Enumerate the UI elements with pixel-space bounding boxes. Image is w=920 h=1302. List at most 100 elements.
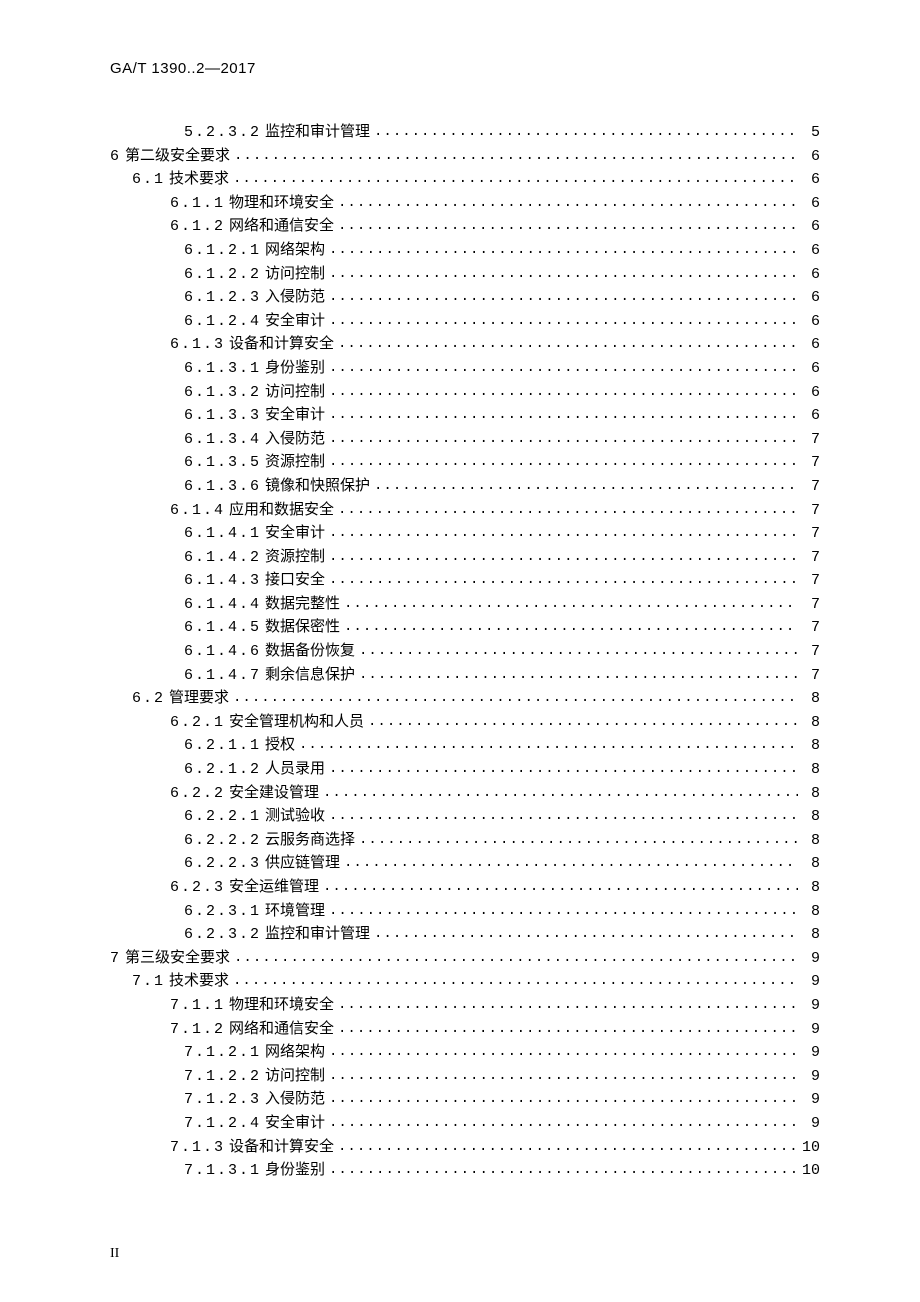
toc-entry-page: 10 [802, 1140, 820, 1155]
toc-leader-dots [344, 620, 798, 634]
toc-entry-number: 7.1.2.2 [184, 1069, 261, 1084]
toc-entry: 6.1.4.6数据备份恢复7 [110, 644, 820, 659]
toc-entry-number: 7.1.2.3 [184, 1092, 261, 1107]
toc-entry-number: 7.1 [132, 974, 165, 989]
toc-entry-page: 9 [802, 951, 820, 966]
toc-entry: 6.1.2 网络和通信安全 6 [110, 219, 820, 234]
toc-entry-page: 7 [802, 597, 820, 612]
toc-leader-dots [338, 1022, 798, 1036]
toc-entry-page: 7 [802, 526, 820, 541]
toc-entry-number: 6.1 [132, 172, 165, 187]
toc-entry: 7.1.3.1身份鉴别10 [110, 1163, 820, 1178]
toc-entry-page: 7 [802, 573, 820, 588]
toc-entry-title: 授权 [265, 738, 295, 753]
toc-entry-title: 技术要求 [169, 974, 229, 989]
toc-entry: 6.1.3.3安全审计6 [110, 408, 820, 423]
toc-entry: 6.2.3.1环境管理8 [110, 904, 820, 919]
toc-leader-dots [323, 880, 798, 894]
toc-entry-number: 6.1.3.3 [184, 408, 261, 423]
toc-entry-title: 安全建设管理 [229, 786, 319, 801]
toc-entry-number: 6.1.4 [170, 503, 225, 518]
toc-entry-number: 6.1.2.1 [184, 243, 261, 258]
toc-leader-dots [233, 691, 798, 705]
toc-entry: 7.1技术要求9 [110, 974, 820, 989]
toc-entry-number: 6.2.2 [170, 786, 225, 801]
document-id: GA/T 1390..2—2017 [110, 60, 820, 77]
toc-leader-dots [338, 219, 798, 233]
toc-entry-title: 安全审计 [265, 1116, 325, 1131]
toc-entry-title: 入侵防范 [265, 1092, 325, 1107]
toc-entry-page: 6 [802, 290, 820, 305]
toc-entry-page: 6 [802, 337, 820, 352]
toc-entry-page: 9 [802, 1022, 820, 1037]
toc-entry-number: 6.1.2 [170, 219, 225, 234]
toc-leader-dots [329, 1092, 798, 1106]
toc-entry: 6.2.3安全运维管理8 [110, 880, 820, 895]
toc-entry-number: 5.2.3.2 [184, 125, 261, 140]
toc-leader-dots [329, 762, 798, 776]
toc-entry-title: 数据备份恢复 [265, 644, 355, 659]
toc-entry-title: 监控和审计管理 [265, 125, 370, 140]
toc-entry-title: 剩余信息保护 [265, 668, 355, 683]
toc-leader-dots [368, 715, 798, 729]
toc-entry-number: 6.2.3.1 [184, 904, 261, 919]
toc-leader-dots [329, 1163, 798, 1177]
toc-entry-page: 6 [802, 196, 820, 211]
toc-entry-number: 6.1.3.1 [184, 361, 261, 376]
toc-entry-number: 6.1.3.6 [184, 479, 261, 494]
toc-entry-title: 设备和计算安全 [229, 1140, 334, 1155]
toc-entry-page: 8 [802, 786, 820, 801]
toc-entry-page: 8 [802, 691, 820, 706]
toc-entry-page: 9 [802, 998, 820, 1013]
toc-leader-dots [338, 503, 798, 517]
toc-leader-dots [329, 1069, 798, 1083]
toc-entry-number: 7.1.3 [170, 1140, 225, 1155]
toc-entry-title: 资源控制 [265, 550, 325, 565]
toc-leader-dots [329, 432, 798, 446]
toc-entry-title: 资源控制 [265, 455, 325, 470]
toc-entry-title: 技术要求 [169, 172, 229, 187]
toc-entry-number: 7.1.2.1 [184, 1045, 261, 1060]
toc-entry-title: 物理和环境安全 [229, 998, 334, 1013]
toc-entry-title: 第二级安全要求 [125, 149, 230, 164]
toc-entry-number: 6 [110, 149, 121, 164]
toc-leader-dots [338, 337, 798, 351]
toc-entry: 6.2.2.1测试验收8 [110, 809, 820, 824]
toc-entry-title: 供应链管理 [265, 856, 340, 871]
toc-leader-dots [338, 196, 798, 210]
toc-leader-dots [329, 290, 798, 304]
toc-entry-title: 网络和通信安全 [229, 219, 334, 234]
toc-leader-dots [329, 573, 798, 587]
toc-leader-dots [329, 267, 798, 281]
toc-entry-page: 7 [802, 668, 820, 683]
toc-entry-page: 8 [802, 856, 820, 871]
toc-leader-dots [338, 1140, 798, 1154]
toc-entry: 6.1技术要求6 [110, 172, 820, 187]
toc-entry: 7.1.2.2访问控制9 [110, 1069, 820, 1084]
toc-entry-title: 安全审计 [265, 314, 325, 329]
toc-entry: 6.1.2.1网络架构6 [110, 243, 820, 258]
toc-entry-page: 6 [802, 219, 820, 234]
toc-leader-dots [329, 408, 798, 422]
toc-entry-number: 6.2.2.3 [184, 856, 261, 871]
toc-entry-page: 8 [802, 715, 820, 730]
toc-entry: 7.1.2网络和通信安全9 [110, 1022, 820, 1037]
toc-leader-dots [329, 243, 798, 257]
toc-entry-page: 6 [802, 267, 820, 282]
toc-leader-dots [374, 479, 798, 493]
toc-entry: 6.1.2.3入侵防范6 [110, 290, 820, 305]
toc-entry-title: 访问控制 [265, 1069, 325, 1084]
toc-leader-dots [329, 809, 798, 823]
toc-entry: 6.2.2.2云服务商选择8 [110, 833, 820, 848]
toc-entry-page: 5 [802, 125, 820, 140]
toc-entry-number: 6.1.4.1 [184, 526, 261, 541]
toc-entry: 6.1.2.4安全审计6 [110, 314, 820, 329]
toc-entry-page: 8 [802, 762, 820, 777]
toc-leader-dots [329, 550, 798, 564]
toc-entry-page: 6 [802, 243, 820, 258]
toc-entry: 6.1.4.7剩余信息保护7 [110, 668, 820, 683]
toc-entry-page: 9 [802, 1116, 820, 1131]
toc-leader-dots [359, 644, 798, 658]
toc-entry: 6.1.4.1安全审计7 [110, 526, 820, 541]
toc-entry: 6.2.1安全管理机构和人员8 [110, 715, 820, 730]
